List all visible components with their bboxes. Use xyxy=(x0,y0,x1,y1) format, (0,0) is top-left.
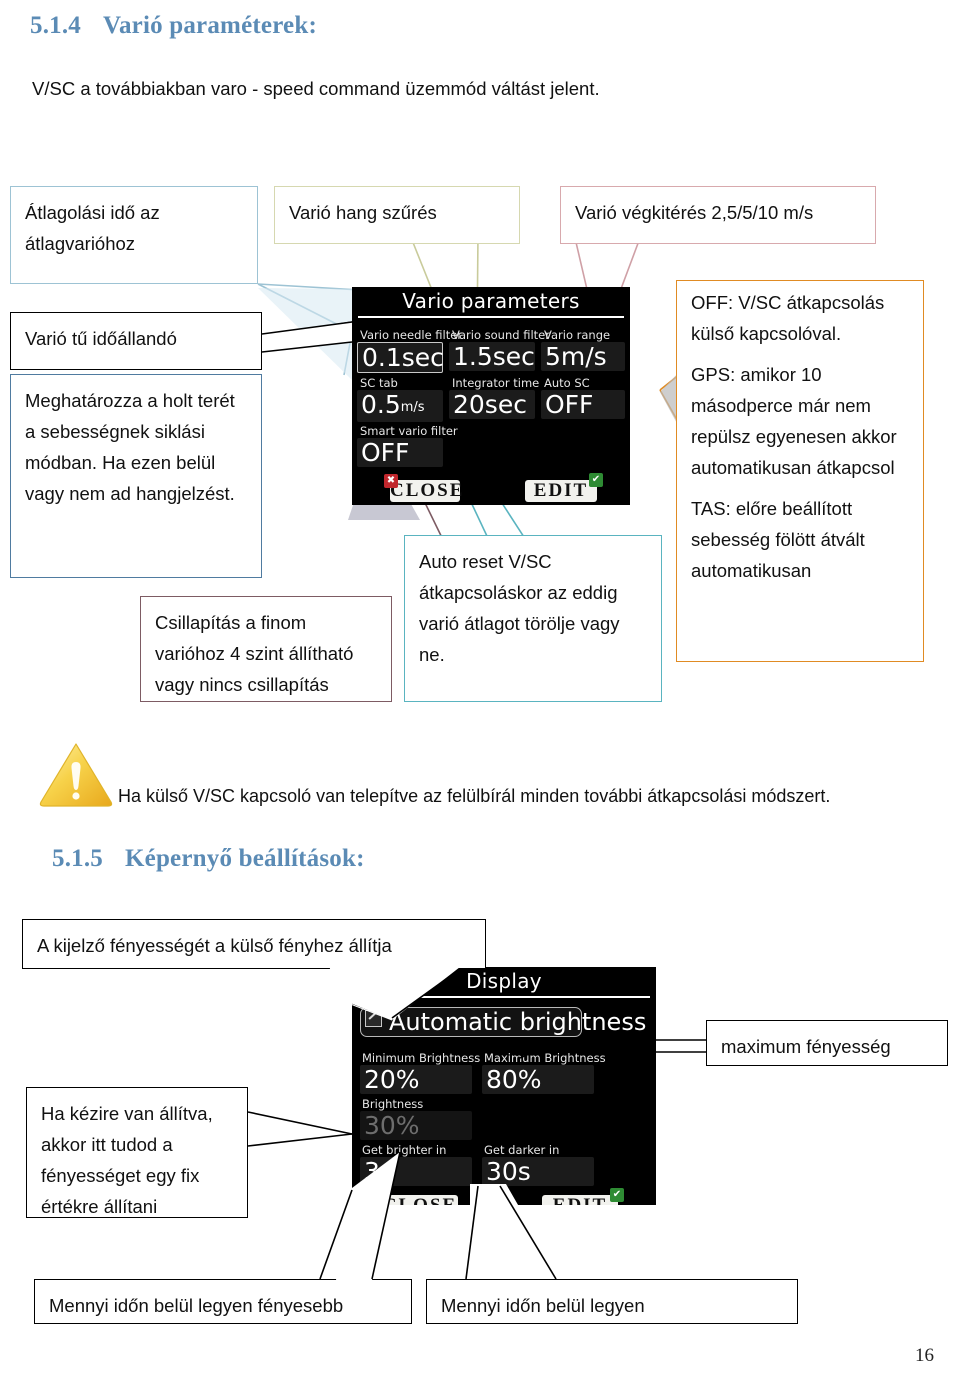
close-badge-icon: ✖ xyxy=(384,474,398,488)
callout-needle-const: Varió tű időállandó xyxy=(10,312,262,370)
display-screen-title: Display xyxy=(466,969,542,993)
auto-sc-label: Auto SC xyxy=(544,376,590,390)
page-number: 16 xyxy=(915,1345,934,1366)
callout-sound-filter: Varió hang szűrés xyxy=(274,186,520,244)
callout-sound-filter-text: Varió hang szűrés xyxy=(289,202,437,223)
callout-auto-reset-text: Auto reset V/SC átkapcsoláskor az eddig … xyxy=(419,551,620,665)
display-edit-button[interactable]: EDIT xyxy=(542,1195,618,1205)
edit-badge-icon: ✔ xyxy=(589,473,603,487)
vario-sound-filter-label: Vario sound filter xyxy=(452,328,550,342)
callout-needle-const-text: Varió tű időállandó xyxy=(25,328,177,349)
smart-vario-filter-label: Smart vario filter xyxy=(360,424,458,438)
minimum-brightness-label: Minimum Brightness xyxy=(362,1051,481,1065)
warning-text: Ha külső V/SC kapcsoló van telepítve az … xyxy=(118,786,831,806)
warning-triangle-icon xyxy=(36,740,116,808)
display-close-button[interactable]: CLOSE xyxy=(382,1195,458,1205)
sc-tab-value[interactable]: 0.5m/s xyxy=(357,390,443,422)
callout-vario-range: Varió végkitérés 2,5/5/10 m/s xyxy=(560,186,876,244)
section-title-display: Képernyő beállítások: xyxy=(125,845,365,872)
maximum-brightness-value[interactable]: 80% xyxy=(482,1065,594,1094)
integrator-time-value[interactable]: 20sec xyxy=(449,390,535,419)
checkbox-check-icon xyxy=(365,1010,382,1027)
callout-auto-brightness-text: A kijelző fényességét a külső fényhez ál… xyxy=(37,935,392,956)
document-page: 5.1.4 Varió paraméterek: V/SC a továbbiak… xyxy=(0,0,960,1395)
section-number-display: 5.1.5 xyxy=(52,845,103,872)
callout-brighter-in-text: Mennyi időn belül legyen fényesebb xyxy=(49,1295,344,1316)
minimum-brightness-value[interactable]: 20% xyxy=(360,1065,472,1094)
callout-brighter-in: Mennyi időn belül legyen fényesebb xyxy=(34,1279,412,1324)
display-screen-divider xyxy=(358,996,650,998)
sc-tab-unit: m/s xyxy=(400,400,425,415)
callout-darker-in-text: Mennyi időn belül legyen xyxy=(441,1295,645,1316)
get-darker-in-label: Get darker in xyxy=(484,1143,560,1157)
brightness-label: Brightness xyxy=(362,1097,424,1111)
callout-avg-time-text: Átlagolási idő az átlagvarióhoz xyxy=(25,202,160,254)
callout-manual-brightness: Ha kézire van állítva, akkor itt tudod a… xyxy=(26,1087,248,1218)
callout-vario-range-text: Varió végkitérés 2,5/5/10 m/s xyxy=(575,202,814,223)
callout-max-brightness-text: maximum fényesség xyxy=(721,1036,891,1057)
callout-manual-brightness-text: Ha kézire van állítva, akkor itt tudod a… xyxy=(41,1103,213,1217)
sc-tab-number: 0.5 xyxy=(361,390,401,419)
section-heading-vario: 5.1.4 Varió paraméterek: xyxy=(30,12,317,40)
sc-tab-label: SC tab xyxy=(360,376,398,390)
get-brighter-in-value[interactable]: 3s xyxy=(360,1157,472,1186)
intro-paragraph: V/SC a továbbiakban varo - speed command… xyxy=(32,78,600,99)
vario-parameters-screen[interactable]: Vario parameters Vario needle filter 0.1… xyxy=(352,287,630,505)
vario-screen-divider xyxy=(358,316,624,318)
get-darker-in-value[interactable]: 30s xyxy=(482,1157,594,1186)
vario-close-button[interactable]: CLOSE xyxy=(390,480,462,502)
vario-sound-filter-value[interactable]: 1.5sec xyxy=(449,342,535,371)
callout-auto-reset: Auto reset V/SC átkapcsoláskor az eddig … xyxy=(404,535,662,702)
vario-screen-title: Vario parameters xyxy=(402,289,580,313)
automatic-brightness-label: Automatic brightness xyxy=(389,1008,647,1036)
display-settings-screen[interactable]: Display Automatic brightness Minimum Bri… xyxy=(352,967,656,1205)
vario-range-label: Vario range xyxy=(544,328,611,342)
vario-needle-filter-value[interactable]: 0.1sec xyxy=(357,342,444,373)
section-number-vario: 5.1.4 xyxy=(30,12,81,39)
auto-sc-mode-off: OFF: V/SC átkapcsolás külső kapcsolóval. xyxy=(691,292,885,344)
callout-avg-time: Átlagolási idő az átlagvarióhoz xyxy=(10,186,258,284)
callout-auto-brightness: A kijelző fényességét a külső fényhez ál… xyxy=(22,919,486,969)
section-title-vario: Varió paraméterek: xyxy=(103,12,317,39)
callout-darker-in: Mennyi időn belül legyen xyxy=(426,1279,798,1324)
maximum-brightness-label: Maximum Brightness xyxy=(484,1051,606,1065)
callout-auto-sc-modes: OFF: V/SC átkapcsolás külső kapcsolóval.… xyxy=(676,280,924,662)
automatic-brightness-checkbox[interactable]: Automatic brightness xyxy=(360,1007,646,1037)
vario-needle-filter-label: Vario needle filter xyxy=(360,328,463,342)
brightness-value[interactable]: 30% xyxy=(360,1111,472,1140)
auto-sc-mode-tas: TAS: előre beállított sebesség fölött át… xyxy=(691,498,865,581)
get-brighter-in-label: Get brighter in xyxy=(362,1143,447,1157)
callout-sc-tab-desc-text: Meghatározza a holt terét a sebességnek … xyxy=(25,390,235,504)
smart-vario-filter-value[interactable]: OFF xyxy=(357,438,443,467)
auto-sc-mode-gps: GPS: amikor 10 másodperce már nem repüls… xyxy=(691,364,897,478)
vario-edit-button[interactable]: EDIT xyxy=(525,480,597,502)
callout-max-brightness: maximum fényesség xyxy=(706,1020,948,1066)
integrator-time-label: Integrator time xyxy=(452,376,540,390)
auto-sc-value[interactable]: OFF xyxy=(541,390,625,419)
callout-smart-filter-text: Csillapítás a finom varióhoz 4 szint áll… xyxy=(155,612,354,695)
section-heading-display: 5.1.5 Képernyő beállítások: xyxy=(52,845,365,873)
callout-smart-filter: Csillapítás a finom varióhoz 4 szint áll… xyxy=(140,596,392,702)
display-edit-badge-icon: ✔ xyxy=(610,1188,624,1202)
vario-range-value[interactable]: 5m/s xyxy=(541,342,625,371)
callout-sc-tab-desc: Meghatározza a holt terét a sebességnek … xyxy=(10,374,262,578)
